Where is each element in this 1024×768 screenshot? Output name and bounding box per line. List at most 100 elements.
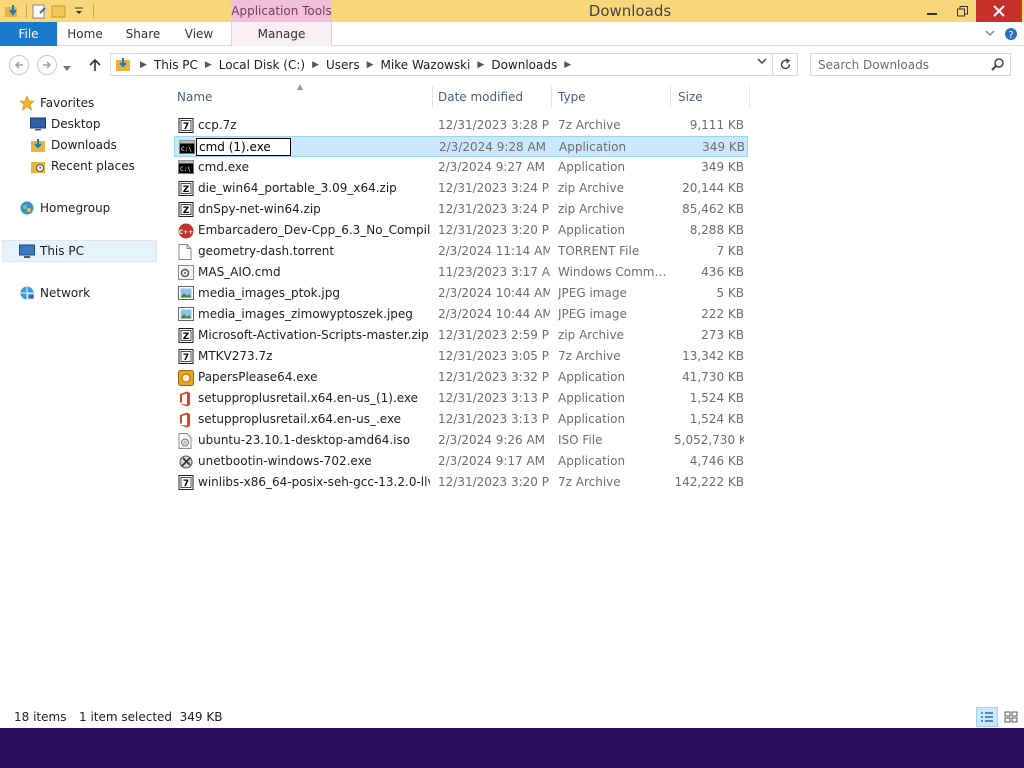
- large-icons-view-button[interactable]: [1000, 707, 1022, 727]
- tab-home[interactable]: Home: [62, 22, 108, 46]
- search-box[interactable]: [810, 53, 1011, 76]
- help-icon[interactable]: ?: [1004, 22, 1018, 46]
- file-type: Application: [558, 391, 626, 405]
- column-divider[interactable]: [432, 86, 433, 107]
- folder-down-icon[interactable]: [4, 3, 20, 19]
- address-bar[interactable]: ▶ This PC ▶ Local Disk (C:) ▶ Users ▶ Mi…: [110, 53, 773, 76]
- nav-this-pc[interactable]: This PC: [18, 241, 84, 261]
- new-folder-icon[interactable]: [51, 3, 67, 19]
- file-row[interactable]: 7 winlibs-x86_64-posix-seh-gcc-13.2.0-llv…: [174, 472, 748, 493]
- file-row[interactable]: ubuntu-23.10.1-desktop-amd64.iso 2/3/2024…: [174, 430, 748, 451]
- restore-button[interactable]: [948, 0, 976, 22]
- nav-favorites[interactable]: Favorites: [18, 93, 94, 113]
- column-header-date[interactable]: Date modified: [435, 86, 551, 108]
- file-row[interactable]: C++ Embarcadero_Dev-Cpp_6.3_No_Compiler..…: [174, 220, 748, 241]
- expand-ribbon-icon[interactable]: [985, 22, 995, 46]
- file-size: 349 KB: [702, 140, 745, 154]
- file-date: 2/3/2024 11:14 AM: [438, 244, 550, 258]
- nav-desktop-label: Desktop: [51, 117, 101, 131]
- column-divider[interactable]: [670, 86, 671, 107]
- recent-locations-icon[interactable]: [63, 61, 71, 75]
- customize-qat-icon[interactable]: [71, 3, 87, 19]
- search-icon[interactable]: [991, 57, 1005, 74]
- refresh-button[interactable]: [773, 53, 798, 76]
- file-row[interactable]: C:\ cmd.exe 2/3/2024 9:27 AM Application 349…: [174, 157, 748, 178]
- disc-image-icon: [178, 433, 194, 449]
- breadcrumb-chevron-icon[interactable]: ▶: [564, 60, 571, 70]
- forward-button[interactable]: [37, 55, 57, 75]
- file-row-selected[interactable]: C:\ 2/3/2024 9:28 AM Application 349 KB: [174, 136, 748, 157]
- breadcrumb-local-disk[interactable]: Local Disk (C:): [219, 58, 305, 72]
- script-gear-icon: [178, 265, 194, 280]
- file-name: MAS_AIO.cmd: [198, 265, 281, 279]
- tab-manage[interactable]: Manage: [231, 22, 332, 46]
- nav-this-pc-label: This PC: [40, 244, 84, 258]
- rename-input[interactable]: [196, 138, 291, 156]
- details-view-button[interactable]: [976, 707, 998, 727]
- breadcrumb-chevron-icon[interactable]: ▶: [367, 60, 374, 70]
- breadcrumb-chevron-icon[interactable]: ▶: [312, 60, 319, 70]
- breadcrumb-user[interactable]: Mike Wazowski: [381, 58, 471, 72]
- back-button[interactable]: [9, 55, 29, 75]
- column-divider[interactable]: [551, 86, 552, 107]
- address-dropdown-icon[interactable]: [757, 58, 767, 69]
- title-bar: Application Tools Downloads: [0, 0, 1024, 22]
- column-header-name[interactable]: Name: [174, 86, 432, 108]
- archive-7z-icon: 7: [178, 118, 194, 133]
- tab-share[interactable]: Share: [120, 22, 166, 46]
- tab-file[interactable]: File: [0, 22, 57, 46]
- file-size: 5 KB: [716, 286, 744, 300]
- blank-file-icon: [178, 244, 194, 260]
- nav-desktop[interactable]: Desktop: [29, 114, 101, 134]
- nav-recent-places[interactable]: Recent places: [29, 156, 135, 176]
- file-row[interactable]: 7 MTKV273.7z 12/31/2023 3:05 PM 7z Archive 1…: [174, 346, 748, 367]
- star-icon: [18, 95, 36, 111]
- file-row[interactable]: unetbootin-windows-702.exe 2/3/2024 9:17 …: [174, 451, 748, 472]
- search-input[interactable]: [811, 54, 981, 75]
- close-button[interactable]: [976, 0, 1022, 22]
- file-size: 1,524 KB: [689, 391, 744, 405]
- file-date: 12/31/2023 3:20 PM: [438, 475, 550, 489]
- file-size: 1,524 KB: [689, 412, 744, 426]
- column-header-type[interactable]: Type: [555, 86, 670, 108]
- file-type: zip Archive: [558, 328, 624, 342]
- file-type: Windows Comma...: [558, 265, 668, 279]
- properties-icon[interactable]: [31, 3, 47, 19]
- file-row[interactable]: ZdnSpy-net-win64.zip 12/31/2023 3:24 PM zi…: [174, 199, 748, 220]
- breadcrumb-downloads[interactable]: Downloads: [491, 58, 557, 72]
- breadcrumb-chevron-icon[interactable]: ▶: [205, 60, 212, 70]
- nav-homegroup[interactable]: Homegroup: [18, 198, 110, 218]
- breadcrumb-chevron-icon[interactable]: ▶: [477, 60, 484, 70]
- file-date: 12/31/2023 3:24 PM: [438, 202, 550, 216]
- nav-network-label: Network: [40, 286, 91, 300]
- column-divider[interactable]: [749, 86, 750, 107]
- downloads-folder-icon: [113, 57, 133, 72]
- address-row: ▶ This PC ▶ Local Disk (C:) ▶ Users ▶ Mi…: [0, 48, 1024, 82]
- window-title: Downloads: [588, 2, 672, 20]
- file-row[interactable]: 7 ccp.7z 12/31/2023 3:28 PM 7z Archive 9,111…: [174, 115, 748, 136]
- file-row[interactable]: setupproplusretail.x64.en-us_(1).exe 12/3…: [174, 388, 748, 409]
- file-name: media_images_zimowyptoszek.jpeg: [198, 307, 413, 321]
- nav-network[interactable]: Network: [18, 283, 90, 303]
- up-button[interactable]: [86, 55, 104, 75]
- file-row[interactable]: media_images_zimowyptoszek.jpeg 2/3/2024 …: [174, 304, 748, 325]
- file-row[interactable]: setupproplusretail.x64.en-us_.exe 12/31/2…: [174, 409, 748, 430]
- application-tools-label: Application Tools: [231, 0, 332, 22]
- tab-view[interactable]: View: [178, 22, 220, 46]
- file-size: 41,730 KB: [682, 370, 744, 384]
- minimize-button[interactable]: [918, 0, 946, 22]
- nav-downloads[interactable]: Downloads: [29, 135, 117, 155]
- file-row[interactable]: Z Microsoft-Activation-Scripts-master.zip…: [174, 325, 748, 346]
- breadcrumb-this-pc[interactable]: This PC: [154, 58, 198, 72]
- details-view-icon: [981, 712, 993, 722]
- file-row[interactable]: MAS_AIO.cmd 11/23/2023 3:17 AM Windows Com…: [174, 262, 748, 283]
- file-row[interactable]: geometry-dash.torrent 2/3/2024 11:14 AM TO…: [174, 241, 748, 262]
- breadcrumb-users[interactable]: Users: [326, 58, 360, 72]
- file-date: 12/31/2023 3:13 PM: [438, 412, 550, 426]
- breadcrumb-chevron-icon[interactable]: ▶: [140, 60, 147, 70]
- column-header-size[interactable]: Size: [675, 86, 749, 108]
- file-date: 12/31/2023 3:05 PM: [438, 349, 550, 363]
- file-row[interactable]: PapersPlease64.exe 12/31/2023 3:32 PM Appl…: [174, 367, 748, 388]
- file-row[interactable]: media_images_ptok.jpg 2/3/2024 10:44 AM JP…: [174, 283, 748, 304]
- file-row[interactable]: Zdie_win64_portable_3.09_x64.zip 12/31/20…: [174, 178, 748, 199]
